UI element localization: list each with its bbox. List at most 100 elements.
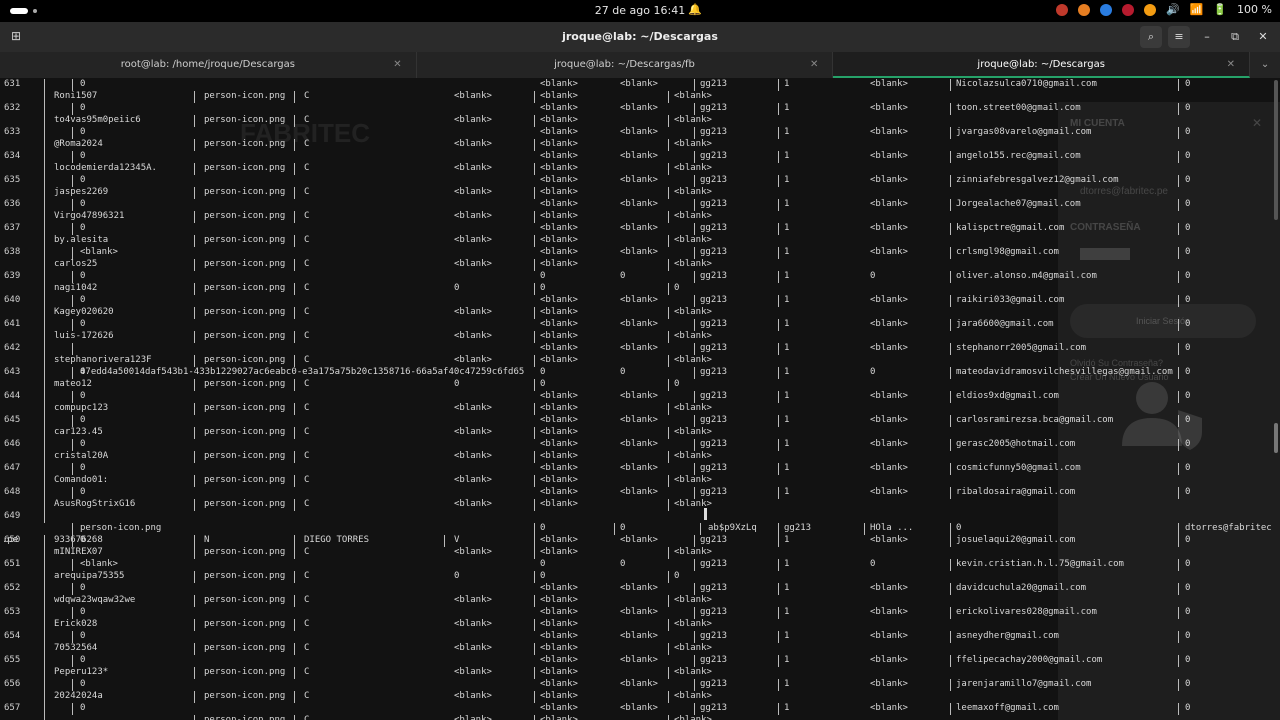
wifi-icon[interactable]: 📶	[1190, 3, 1204, 16]
row-cell: 0	[674, 283, 680, 293]
row-cell: 0	[1185, 367, 1191, 377]
close-button[interactable]: ✕	[1252, 26, 1274, 48]
row-username: arequipa75355	[54, 571, 125, 581]
row-cell: 0	[1185, 487, 1191, 497]
column-separator	[1178, 223, 1179, 235]
row-cell: 0	[1185, 415, 1191, 425]
row-cell: <blank>	[674, 715, 712, 720]
row-cell: 0	[1185, 607, 1191, 617]
row-cell: <blank>	[870, 535, 908, 545]
row-cell: <blank>	[620, 679, 658, 689]
row-cell: <blank>	[540, 547, 578, 557]
column-separator	[1178, 559, 1179, 571]
minimize-button[interactable]: –	[1196, 26, 1218, 48]
row-cell: <blank>	[540, 211, 578, 221]
chrome-indicator-icon[interactable]	[1077, 3, 1090, 16]
search-icon[interactable]: ⌕	[1140, 26, 1162, 48]
row-id: 645	[4, 415, 21, 425]
row-cell: 1	[784, 679, 790, 689]
row-cell: <blank>	[540, 583, 578, 593]
row-flag: C	[304, 619, 310, 629]
row-cell: <blank>	[540, 607, 578, 617]
row-cell: <blank>	[540, 151, 578, 161]
column-separator	[1178, 127, 1179, 139]
tab-root[interactable]: root@lab: /home/jroque/Descargas ✕	[0, 52, 417, 78]
row-cell: 0	[1185, 391, 1191, 401]
row-cell: 0	[540, 523, 546, 533]
column-separator	[950, 487, 951, 499]
close-tab-icon[interactable]: ✕	[1227, 52, 1235, 78]
maximize-button[interactable]: ⧉	[1224, 26, 1246, 48]
shield-indicator-icon[interactable]	[1099, 3, 1112, 16]
row-cell: 0	[80, 391, 86, 401]
battery-icon[interactable]: 🔋	[1213, 3, 1227, 16]
tab-list-chevron-icon[interactable]: ⌄	[1250, 52, 1280, 78]
row-cell: <blank>	[540, 163, 578, 173]
row-cell: <blank>	[454, 547, 492, 557]
column-separator	[1178, 247, 1179, 259]
row-icon-file: person-icon.png	[204, 691, 286, 701]
tab-descargas[interactable]: jroque@lab: ~/Descargas ✕	[833, 52, 1251, 78]
row-cell: <blank>	[540, 691, 578, 701]
row-cell: <blank>	[674, 163, 712, 173]
row-icon-file: person-icon.png	[204, 331, 286, 341]
column-separator	[44, 679, 45, 691]
table-row: 648 0 <blank> <blank> gg213 1 <blank> ribaldosa…	[0, 486, 1280, 511]
scrollbar-marker[interactable]	[1274, 423, 1278, 453]
close-tab-icon[interactable]: ✕	[810, 52, 818, 78]
column-separator	[950, 151, 951, 163]
column-separator	[44, 535, 45, 547]
close-tab-icon[interactable]: ✕	[393, 52, 401, 78]
table-row: 652 0 <blank> <blank> gg213 1 <blank> davidcuch…	[0, 582, 1280, 607]
row-cell: <blank>	[674, 643, 712, 653]
row-cell: 0	[540, 571, 546, 581]
column-separator	[778, 175, 779, 187]
column-separator	[778, 679, 779, 691]
volume-icon[interactable]: 🔊	[1166, 3, 1180, 16]
column-separator	[950, 247, 951, 259]
app-indicator-icon[interactable]	[1055, 3, 1068, 16]
row-cell: <blank>	[870, 343, 908, 353]
row-cell: 0	[540, 559, 546, 569]
mic-icon[interactable]	[1143, 3, 1156, 16]
row-hash: gg213	[700, 223, 728, 233]
row-username: car123.45	[54, 427, 103, 437]
menu-icon[interactable]: ≡	[1168, 26, 1190, 48]
row-cell: 0	[1185, 223, 1191, 233]
row-cell: 0	[1185, 247, 1191, 257]
column-separator	[778, 295, 779, 307]
table-row: 631 0 <blank> <blank> gg213 1 <blank> Nicolazsu…	[0, 78, 1280, 103]
battery-percent[interactable]: 100 %	[1237, 3, 1272, 16]
row-cell: <blank>	[454, 211, 492, 221]
tab-fb[interactable]: jroque@lab: ~/Descargas/fb ✕	[417, 52, 834, 78]
row-cell: <blank>	[674, 307, 712, 317]
row-username: compupc123	[54, 403, 109, 413]
terminal-output[interactable]: FABRITEC MI CUENTA ✕ dtorres@fabritec.pe…	[0, 78, 1280, 720]
row-email: raikiri033@gmail.com	[956, 295, 1065, 305]
row-username: locodemierda12345A.	[54, 163, 157, 173]
column-separator	[1178, 271, 1179, 283]
recorder-indicator-icon[interactable]	[1121, 3, 1134, 16]
scrollbar-thumb[interactable]	[1274, 80, 1278, 220]
row-flag: C	[304, 235, 310, 245]
column-separator	[44, 367, 45, 379]
row-cell: 0	[1185, 319, 1191, 329]
row-cell: <blank>	[620, 175, 658, 185]
row-cell: 0	[540, 367, 546, 377]
row-icon-file: person-icon.png	[204, 355, 286, 365]
row-cell: <blank>	[620, 127, 658, 137]
row-email: kevin.cristian.h.l.75@gmail.com	[956, 559, 1124, 569]
row-cell: 1	[784, 199, 790, 209]
row-cell: 1	[784, 271, 790, 281]
row-cell: <blank>	[620, 199, 658, 209]
row-username: mINIREX07	[54, 547, 103, 557]
row-icon-file: person-icon.png	[204, 235, 286, 245]
bell-icon[interactable]: 🔔	[688, 3, 702, 16]
row-cell: <blank>	[620, 703, 658, 713]
text-cursor	[704, 508, 707, 520]
window-controls: ⌕ ≡ – ⧉ ✕	[1140, 26, 1274, 48]
row-id: 632	[4, 103, 21, 113]
row-cell: <blank>	[454, 91, 492, 101]
row-email: erickolivares028@gmail.com	[956, 607, 1097, 617]
row-hash: gg213	[700, 127, 728, 137]
